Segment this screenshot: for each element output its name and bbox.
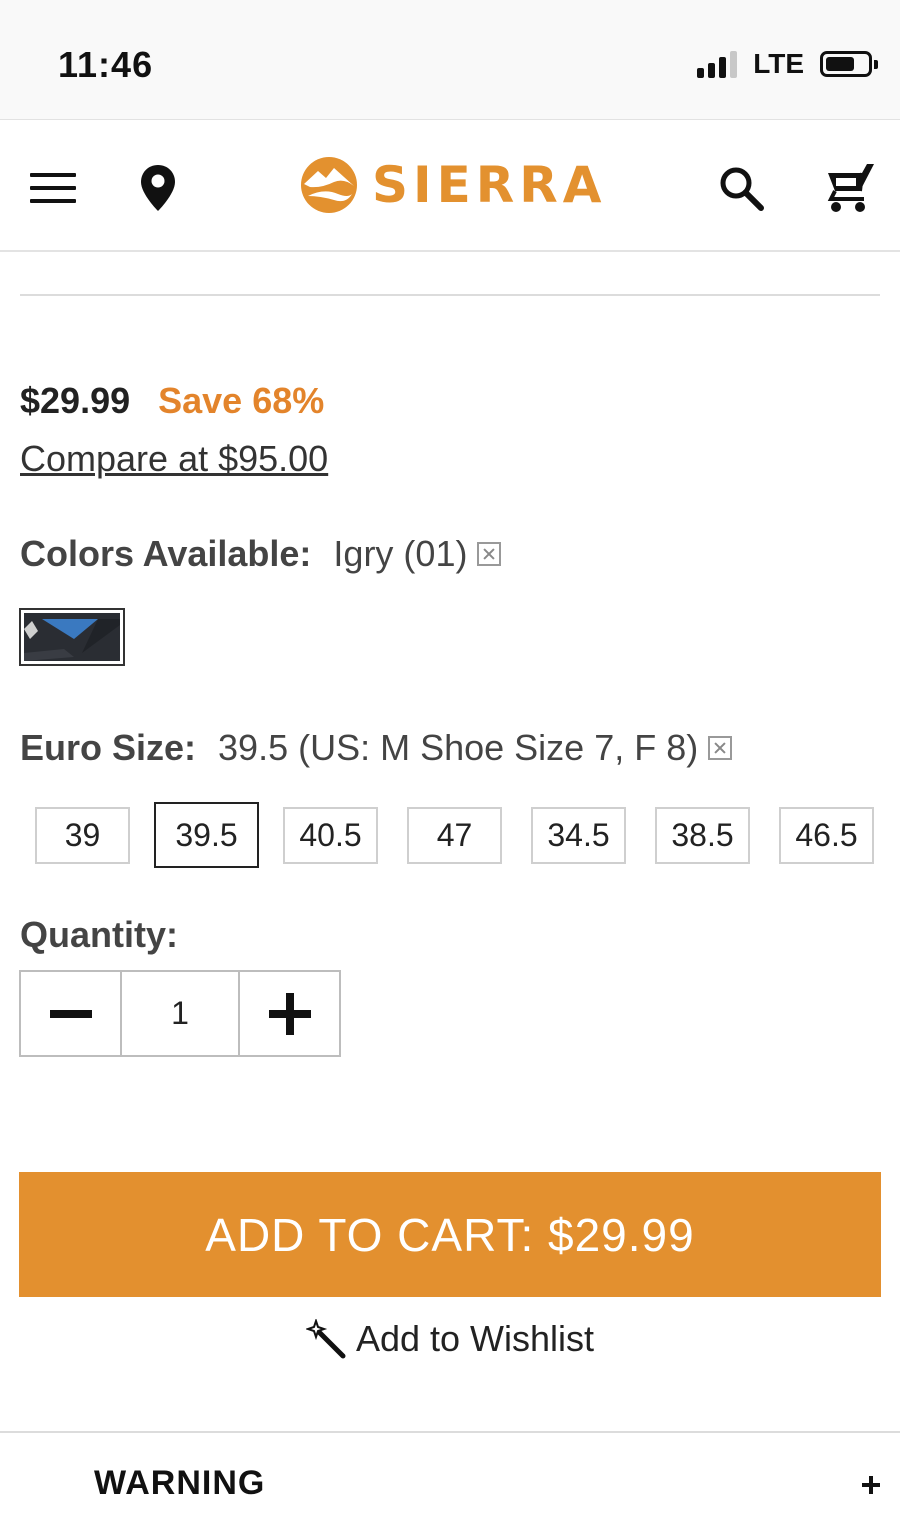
size-option-39-5[interactable]: 39.5: [154, 802, 259, 868]
logo-text: SIERRA: [372, 156, 607, 214]
add-to-cart-button[interactable]: ADD TO CART: $29.99: [19, 1172, 881, 1297]
wishlist-label: Add to Wishlist: [355, 1318, 595, 1359]
selected-size: 39.5 (US: M Shoe Size 7, F 8): [218, 727, 699, 768]
search-icon[interactable]: [718, 165, 764, 211]
logo-mountain-icon: [301, 157, 357, 213]
sale-price: $29.99: [20, 380, 131, 421]
color-swatch[interactable]: [19, 608, 125, 666]
size-option-46-5[interactable]: 46.5: [779, 807, 874, 864]
savings-badge: Save 68%: [158, 380, 325, 421]
plus-icon: [268, 992, 311, 1035]
clear-size-icon[interactable]: [708, 736, 733, 760]
divider: [0, 1431, 900, 1433]
add-to-wishlist-link[interactable]: Add to Wishlist: [0, 1318, 900, 1360]
sierra-logo[interactable]: SIERRA: [298, 155, 606, 215]
cart-icon[interactable]: [822, 161, 876, 213]
site-header: SIERRA: [0, 121, 900, 252]
size-option-38-5[interactable]: 38.5: [655, 807, 750, 864]
minus-icon: [49, 1009, 92, 1018]
compare-price-link[interactable]: Compare at $95.00: [20, 438, 328, 480]
increase-quantity-button[interactable]: [238, 972, 339, 1055]
color-option-row: Colors Available: Igry (01): [20, 533, 502, 575]
divider: [20, 294, 880, 296]
status-bar: 11:46 LTE: [0, 0, 900, 120]
network-type: LTE: [753, 48, 804, 79]
swatch-image: [24, 613, 120, 661]
quantity-label: Quantity:: [20, 914, 178, 955]
warning-heading: WARNING: [94, 1464, 266, 1502]
colors-label: Colors Available:: [20, 533, 312, 574]
decrease-quantity-button[interactable]: [21, 972, 122, 1055]
location-pin-icon[interactable]: [138, 163, 178, 213]
status-time: 11:46: [58, 44, 154, 85]
battery-icon: [820, 51, 878, 77]
size-label: Euro Size:: [20, 727, 197, 768]
size-option-34-5[interactable]: 34.5: [531, 807, 626, 864]
status-indicators: LTE: [697, 48, 878, 80]
size-option-39[interactable]: 39: [35, 807, 130, 864]
clear-color-icon[interactable]: [477, 542, 502, 566]
selected-color: Igry (01): [333, 533, 468, 574]
size-options: 39 39.5 40.5 47 34.5 38.5 46.5: [35, 802, 874, 868]
menu-icon[interactable]: [30, 173, 76, 203]
magic-wand-icon: [305, 1319, 346, 1359]
price-row: $29.99 Save 68%: [20, 380, 324, 422]
size-option-40-5[interactable]: 40.5: [283, 807, 378, 864]
size-option-47[interactable]: 47: [407, 807, 502, 864]
warning-accordion[interactable]: WARNING: [0, 1434, 900, 1528]
signal-icon: [697, 50, 738, 78]
quantity-input[interactable]: [122, 972, 238, 1055]
size-option-row: Euro Size: 39.5 (US: M Shoe Size 7, F 8): [20, 727, 733, 769]
quantity-stepper: [19, 970, 341, 1057]
expand-plus-icon: [862, 1476, 880, 1494]
